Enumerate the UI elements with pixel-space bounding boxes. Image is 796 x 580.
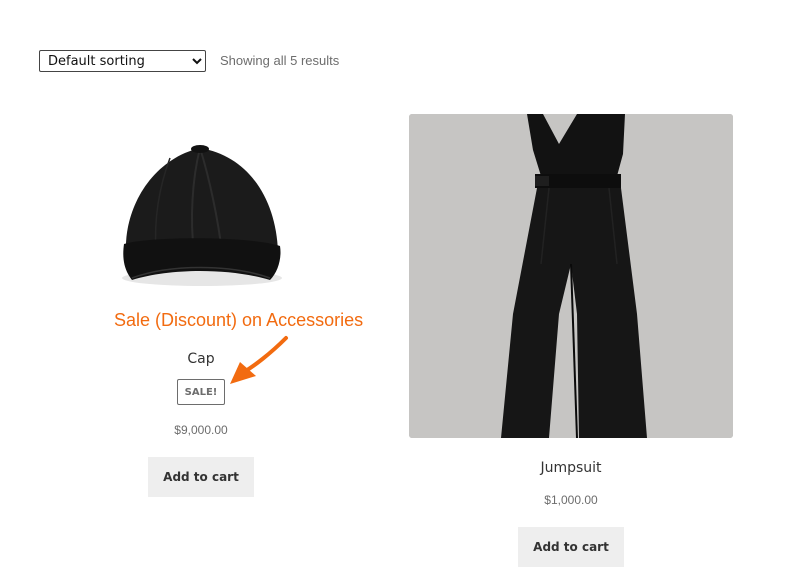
cap-icon	[122, 145, 282, 286]
result-count: Showing all 5 results	[220, 53, 340, 68]
product-title-jumpsuit[interactable]: Jumpsuit	[409, 460, 733, 476]
jumpsuit-product-image[interactable]	[409, 114, 733, 438]
shop-page: Default sorting Showing all 5 results Sa…	[0, 0, 796, 580]
product-price-cap: $9,000.00	[174, 423, 228, 437]
product-title-cap[interactable]: Cap	[150, 351, 252, 367]
add-to-cart-button-cap[interactable]: Add to cart	[148, 457, 254, 497]
product-price-jumpsuit: $1,000.00	[544, 493, 598, 507]
cap-product-image[interactable]	[110, 140, 292, 290]
sale-badge: SALE!	[177, 379, 225, 405]
sale-annotation-text: Sale (Discount) on Accessories	[114, 310, 364, 330]
jumpsuit-icon	[409, 114, 733, 438]
add-to-cart-button-jumpsuit[interactable]: Add to cart	[518, 527, 624, 567]
sort-select[interactable]: Default sorting	[39, 50, 206, 72]
